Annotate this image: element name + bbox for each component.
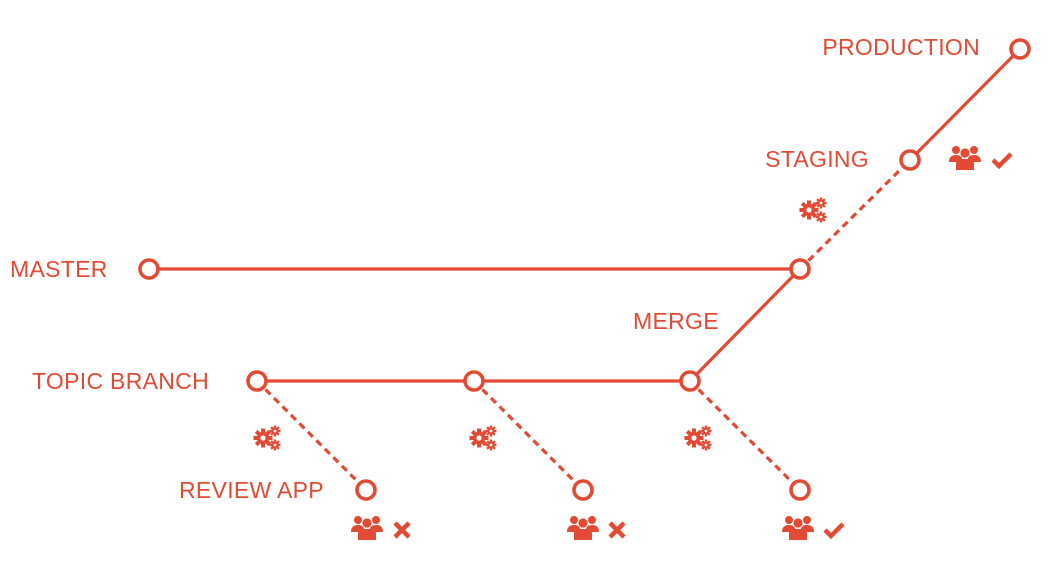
- users-icon: [949, 146, 981, 170]
- gears-icon: [799, 197, 827, 223]
- staging-label: STAGING: [765, 146, 869, 172]
- review-app-node-1[interactable]: [355, 479, 377, 501]
- production-node[interactable]: [1009, 38, 1031, 60]
- git-flow-diagram: PRODUCTION STAGING MASTER MERGE TOPIC BR…: [10, 34, 1031, 540]
- review-app-node-3[interactable]: [789, 479, 811, 501]
- gears-icon: [469, 425, 497, 451]
- topic-branch-label: TOPIC BRANCH: [32, 368, 209, 394]
- users-icon: [782, 516, 814, 540]
- gears-icon: [684, 425, 712, 451]
- topic-branch-node-2[interactable]: [463, 370, 485, 392]
- master-start-node[interactable]: [138, 258, 160, 280]
- master-merge-node[interactable]: [789, 258, 811, 280]
- review-app-line-1: [255, 379, 368, 492]
- topic-branch-node-3[interactable]: [679, 370, 701, 392]
- staging-node[interactable]: [899, 149, 921, 171]
- production-label: PRODUCTION: [822, 34, 980, 60]
- check-icon: [825, 524, 843, 536]
- staging-deploy-line: [798, 158, 912, 271]
- review-app-label: REVIEW APP: [179, 477, 324, 503]
- check-icon: [993, 154, 1011, 166]
- production-line: [908, 47, 1022, 162]
- x-icon: [395, 523, 409, 537]
- master-label: MASTER: [10, 256, 108, 282]
- merge-label: MERGE: [633, 308, 719, 334]
- review-result-3: [782, 516, 843, 540]
- review-app-node-2[interactable]: [572, 479, 594, 501]
- users-icon: [567, 516, 599, 540]
- gears-icon: [253, 425, 281, 451]
- review-result-2: [567, 516, 624, 540]
- x-icon: [610, 523, 624, 537]
- users-icon: [351, 516, 383, 540]
- review-result-1: [351, 516, 409, 540]
- topic-branch-node-1[interactable]: [246, 370, 268, 392]
- staging-reviewers: [949, 146, 1011, 170]
